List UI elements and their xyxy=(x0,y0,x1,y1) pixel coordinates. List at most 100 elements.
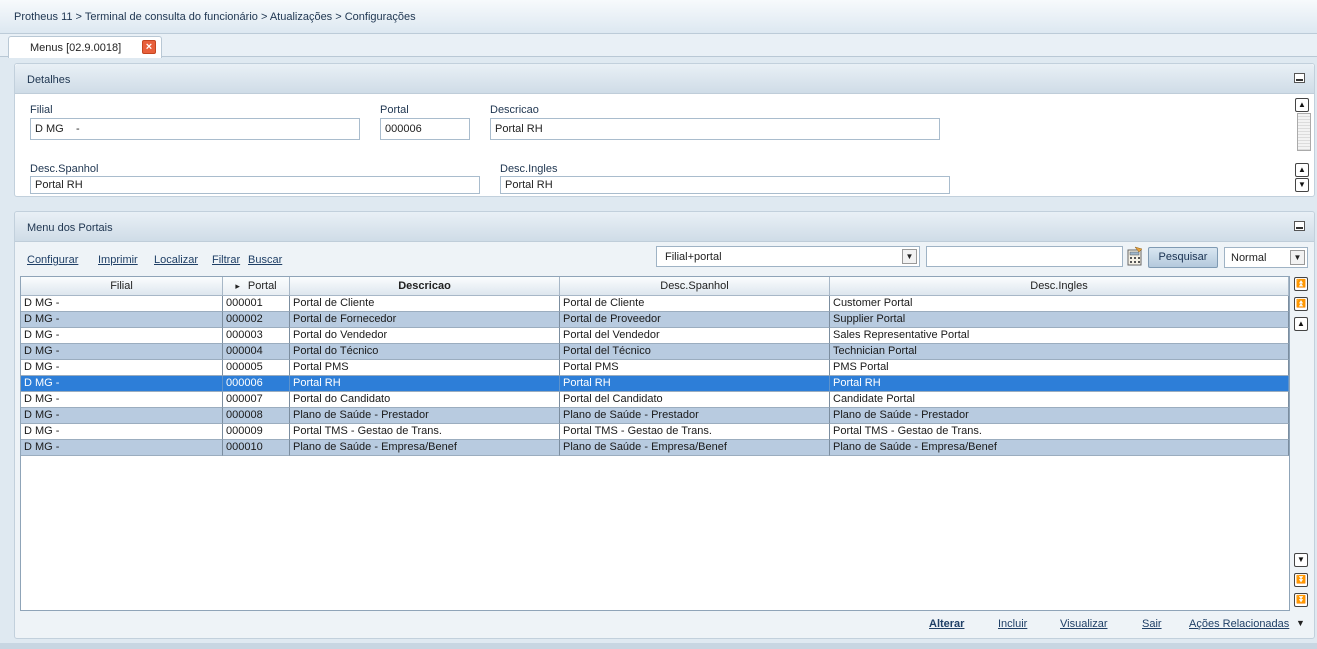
cell-portal[interactable]: 000003 xyxy=(223,328,290,344)
calculator-icon[interactable] xyxy=(1126,246,1144,266)
cell-desc-spanhol[interactable]: Portal del Candidato xyxy=(560,392,830,408)
scroll-down-icon[interactable]: ▼ xyxy=(1294,553,1308,567)
minimize-icon[interactable] xyxy=(1294,221,1305,231)
cell-descricao[interactable]: Portal do Candidato xyxy=(290,392,560,408)
scroll-bottom-icon[interactable]: ⏬ xyxy=(1294,593,1308,607)
table-row[interactable]: D MG -000006 Portal RH Portal RH Portal RH xyxy=(21,376,1289,392)
cell-portal[interactable]: 000008 xyxy=(223,408,290,424)
close-icon[interactable]: × xyxy=(142,40,156,54)
cell-desc-spanhol[interactable]: Plano de Saúde - Prestador xyxy=(560,408,830,424)
cell-portal[interactable]: 000010 xyxy=(223,440,290,456)
cell-descricao[interactable]: Portal RH xyxy=(290,376,560,392)
cell-desc-ingles[interactable]: Technician Portal xyxy=(830,344,1289,360)
configurar-link[interactable]: Configurar xyxy=(27,254,78,266)
minimize-icon[interactable] xyxy=(1294,73,1305,83)
scroll-up-icon[interactable]: ▲ xyxy=(1295,98,1309,112)
cell-portal[interactable]: 000006 xyxy=(223,376,290,392)
cell-desc-ingles[interactable]: Plano de Saúde - Prestador xyxy=(830,408,1289,424)
filtrar-link[interactable]: Filtrar xyxy=(212,254,240,266)
desc-spanhol-field[interactable] xyxy=(30,176,480,194)
search-input[interactable] xyxy=(926,246,1123,267)
view-select[interactable]: Normal ▼ xyxy=(1224,247,1308,268)
sair-button[interactable]: Sair xyxy=(1142,618,1162,630)
cell-descricao[interactable]: Portal de Cliente xyxy=(290,296,560,312)
cell-desc-spanhol[interactable]: Portal PMS xyxy=(560,360,830,376)
cell-filial[interactable]: D MG - xyxy=(21,344,223,360)
cell-descricao[interactable]: Portal de Fornecedor xyxy=(290,312,560,328)
cell-desc-ingles[interactable]: PMS Portal xyxy=(830,360,1289,376)
scroll-top-icon[interactable]: ⏫ xyxy=(1294,277,1308,291)
buscar-link[interactable]: Buscar xyxy=(248,254,282,266)
cell-desc-spanhol[interactable]: Portal TMS - Gestao de Trans. xyxy=(560,424,830,440)
visualizar-button[interactable]: Visualizar xyxy=(1060,618,1108,630)
cell-portal[interactable]: 000001 xyxy=(223,296,290,312)
table-row[interactable]: D MG -000007 Portal do Candidato Portal de… xyxy=(21,392,1289,408)
cell-desc-spanhol[interactable]: Portal del Técnico xyxy=(560,344,830,360)
cell-portal[interactable]: 000004 xyxy=(223,344,290,360)
cell-filial[interactable]: D MG - xyxy=(21,328,223,344)
portal-field[interactable] xyxy=(380,118,470,140)
imprimir-link[interactable]: Imprimir xyxy=(98,254,138,266)
filial-field[interactable] xyxy=(30,118,360,140)
scroll-page-down-icon[interactable]: ⏬ xyxy=(1294,573,1308,587)
cell-filial[interactable]: D MG - xyxy=(21,440,223,456)
cell-filial[interactable]: D MG - xyxy=(21,376,223,392)
cell-filial[interactable]: D MG - xyxy=(21,392,223,408)
acoes-relacionadas-button[interactable]: Ações Relacionadas xyxy=(1189,618,1289,630)
table-row[interactable]: D MG -000009 Portal TMS - Gestao de Trans… xyxy=(21,424,1289,440)
cell-desc-ingles[interactable]: Candidate Portal xyxy=(830,392,1289,408)
column-header-desc-ingles[interactable]: Desc.Ingles xyxy=(830,277,1289,296)
alterar-button[interactable]: Alterar xyxy=(929,618,964,630)
cell-desc-spanhol[interactable]: Portal de Proveedor xyxy=(560,312,830,328)
cell-desc-spanhol[interactable]: Portal del Vendedor xyxy=(560,328,830,344)
column-header-descricao[interactable]: Descricao xyxy=(290,277,560,296)
cell-descricao[interactable]: Portal TMS - Gestao de Trans. xyxy=(290,424,560,440)
cell-portal[interactable]: 000002 xyxy=(223,312,290,328)
table-row[interactable]: D MG -000003 Portal do Vendedor Portal del… xyxy=(21,328,1289,344)
cell-portal[interactable]: 000005 xyxy=(223,360,290,376)
cell-filial[interactable]: D MG - xyxy=(21,424,223,440)
scroll-down-icon[interactable]: ▼ xyxy=(1295,178,1309,192)
dropdown-arrow-icon[interactable]: ▼ xyxy=(1290,250,1305,265)
table-row[interactable]: D MG -000005 Portal PMS Portal PMS PMS Port… xyxy=(21,360,1289,376)
localizar-link[interactable]: Localizar xyxy=(154,254,198,266)
descricao-field[interactable] xyxy=(490,118,940,140)
cell-desc-spanhol[interactable]: Plano de Saúde - Empresa/Benef xyxy=(560,440,830,456)
desc-ingles-field[interactable] xyxy=(500,176,950,194)
cell-desc-spanhol[interactable]: Portal de Cliente xyxy=(560,296,830,312)
cell-filial[interactable]: D MG - xyxy=(21,360,223,376)
cell-portal[interactable]: 000007 xyxy=(223,392,290,408)
dropdown-arrow-icon[interactable]: ▼ xyxy=(1296,618,1305,628)
table-row[interactable]: D MG -000008 Plano de Saúde - Prestador Pl… xyxy=(21,408,1289,424)
incluir-button[interactable]: Incluir xyxy=(998,618,1027,630)
table-row[interactable]: D MG -000004 Portal do Técnico Portal del … xyxy=(21,344,1289,360)
cell-descricao[interactable]: Portal do Vendedor xyxy=(290,328,560,344)
cell-desc-ingles[interactable]: Sales Representative Portal xyxy=(830,328,1289,344)
cell-descricao[interactable]: Portal do Técnico xyxy=(290,344,560,360)
scroll-up-icon[interactable]: ▲ xyxy=(1294,317,1308,331)
table-row[interactable]: D MG -000001 Portal de Cliente Portal de C… xyxy=(21,296,1289,312)
cell-desc-ingles[interactable]: Portal TMS - Gestao de Trans. xyxy=(830,424,1289,440)
column-header-portal[interactable]: ▸ Portal xyxy=(223,277,290,296)
cell-desc-ingles[interactable]: Customer Portal xyxy=(830,296,1289,312)
scroll-page-up-icon[interactable]: ⏫ xyxy=(1294,297,1308,311)
scroll-up-icon[interactable]: ▲ xyxy=(1295,163,1309,177)
cell-desc-ingles[interactable]: Plano de Saúde - Empresa/Benef xyxy=(830,440,1289,456)
table-row[interactable]: D MG -000010 Plano de Saúde - Empresa/Ben… xyxy=(21,440,1289,456)
cell-descricao[interactable]: Plano de Saúde - Prestador xyxy=(290,408,560,424)
pesquisar-button[interactable]: Pesquisar xyxy=(1148,247,1218,268)
column-header-filial[interactable]: Filial xyxy=(21,277,223,296)
cell-descricao[interactable]: Plano de Saúde - Empresa/Benef xyxy=(290,440,560,456)
cell-desc-ingles[interactable]: Portal RH xyxy=(830,376,1289,392)
cell-filial[interactable]: D MG - xyxy=(21,296,223,312)
cell-filial[interactable]: D MG - xyxy=(21,408,223,424)
dropdown-arrow-icon[interactable]: ▼ xyxy=(902,249,917,264)
table-row[interactable]: D MG -000002 Portal de Fornecedor Portal d… xyxy=(21,312,1289,328)
tab-menus[interactable]: Menus [02.9.0018] × xyxy=(8,36,162,58)
cell-filial[interactable]: D MG - xyxy=(21,312,223,328)
cell-desc-spanhol[interactable]: Portal RH xyxy=(560,376,830,392)
cell-desc-ingles[interactable]: Supplier Portal xyxy=(830,312,1289,328)
cell-descricao[interactable]: Portal PMS xyxy=(290,360,560,376)
index-select[interactable]: Filial+portal ▼ xyxy=(656,246,920,267)
cell-portal[interactable]: 000009 xyxy=(223,424,290,440)
